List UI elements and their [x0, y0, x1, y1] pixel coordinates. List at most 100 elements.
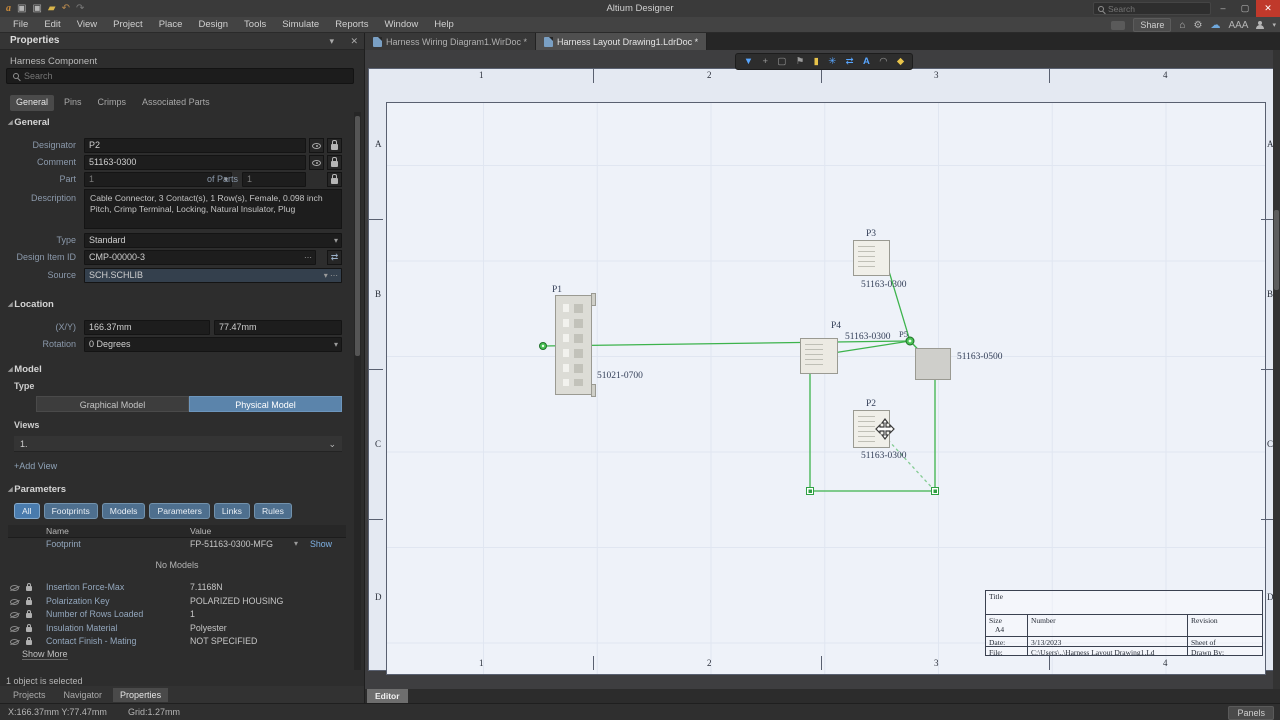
home-icon[interactable]: ⌂ — [1179, 20, 1185, 31]
x-field[interactable]: 166.37mm — [84, 320, 210, 335]
menu-tools[interactable]: Tools — [237, 17, 273, 32]
menu-window[interactable]: Window — [377, 17, 425, 32]
section-location[interactable]: Location — [8, 299, 54, 310]
tab-harness-wiring-diagram[interactable]: Harness Wiring Diagram1.WirDoc * — [365, 33, 536, 50]
connector-icon[interactable]: ▮ — [814, 54, 819, 69]
settings-gear-icon[interactable]: ⚙ — [1194, 20, 1203, 31]
tab-pins[interactable]: Pins — [58, 95, 88, 111]
footprint-row[interactable]: Footprint FP-51163-0300-MFG ▾ Show — [8, 539, 346, 553]
parameter-row[interactable]: Number of Rows Loaded 1 — [8, 609, 346, 623]
physical-model-button[interactable]: Physical Model — [189, 396, 342, 412]
lock-icon[interactable] — [26, 640, 32, 645]
visibility-off-icon[interactable] — [10, 626, 19, 632]
section-model[interactable]: Model — [8, 364, 42, 375]
undo-icon[interactable]: ↶ — [62, 1, 70, 16]
lock-icon[interactable] — [26, 586, 32, 591]
filter-models[interactable]: Models — [102, 503, 146, 519]
drag-wire-icon[interactable]: ⇄ — [846, 54, 854, 69]
flag-icon[interactable]: ⚑ — [796, 54, 805, 69]
lock-icon[interactable] — [26, 627, 32, 632]
filter-all[interactable]: All — [14, 503, 40, 519]
user-profile-icon[interactable] — [1256, 21, 1264, 29]
filter-parameters[interactable]: Parameters — [149, 503, 209, 519]
splice-icon[interactable]: ✳ — [828, 54, 836, 69]
tab-navigator[interactable]: Navigator — [57, 688, 110, 702]
comment-icon[interactable] — [1111, 21, 1125, 30]
properties-search-input[interactable] — [24, 71, 324, 81]
designator-field[interactable]: P2 — [84, 138, 306, 153]
visibility-off-icon[interactable] — [10, 612, 19, 618]
point-icon[interactable]: ◆ — [897, 54, 904, 69]
menu-edit[interactable]: Edit — [37, 17, 67, 32]
parameter-row[interactable]: Insulation Material Polyester — [8, 623, 346, 637]
drawing-canvas[interactable]: 1 2 3 4 1 2 3 4 A B C D A B C D — [365, 50, 1280, 689]
footprint-dropdown-icon[interactable]: ▾ — [294, 539, 298, 548]
menu-place[interactable]: Place — [152, 17, 190, 32]
cloud-icon[interactable]: ☁ — [1210, 20, 1220, 31]
comment-visibility-icon[interactable] — [309, 155, 324, 170]
tab-associated-parts[interactable]: Associated Parts — [136, 95, 216, 111]
connector-p1[interactable] — [555, 295, 592, 395]
section-general[interactable]: General — [8, 117, 50, 128]
minimize-button[interactable]: – — [1212, 0, 1234, 17]
menu-file[interactable]: File — [6, 17, 35, 32]
rotation-dropdown[interactable]: 0 Degrees▾ — [84, 337, 342, 352]
global-search-input[interactable] — [1108, 4, 1198, 14]
swap-icon[interactable]: ⇄ — [327, 250, 342, 265]
arc-icon[interactable]: ◠ — [879, 54, 887, 69]
visibility-off-icon[interactable] — [10, 599, 19, 605]
part-lock-icon[interactable] — [327, 172, 342, 187]
comment-field[interactable]: 51163-0300 — [84, 155, 306, 170]
menu-reports[interactable]: Reports — [328, 17, 375, 32]
filter-rules[interactable]: Rules — [254, 503, 292, 519]
panel-menu-icon[interactable]: ▾ — [329, 36, 334, 47]
panel-close-icon[interactable]: ✕ — [350, 36, 358, 47]
select-rect-icon[interactable]: ▢ — [777, 54, 786, 69]
footprint-show-link[interactable]: Show — [310, 539, 332, 549]
properties-search[interactable] — [6, 68, 354, 84]
lock-icon[interactable] — [26, 613, 32, 618]
canvas-scrollbar[interactable] — [1273, 50, 1280, 689]
menu-design[interactable]: Design — [191, 17, 235, 32]
lock-icon[interactable] — [26, 600, 32, 605]
designator-lock-icon[interactable] — [327, 138, 342, 153]
redo-icon[interactable]: ↷ — [76, 1, 84, 16]
menu-project[interactable]: Project — [106, 17, 150, 32]
global-search[interactable] — [1093, 2, 1211, 15]
filter-icon[interactable]: ▼ — [744, 54, 753, 69]
editor-tab[interactable]: Editor — [367, 689, 408, 703]
view-dropdown[interactable]: 1.⌄ — [14, 436, 342, 452]
comment-lock-icon[interactable] — [327, 155, 342, 170]
graphical-model-button[interactable]: Graphical Model — [36, 396, 189, 412]
add-view-link[interactable]: +Add View — [14, 461, 57, 471]
panel-scrollbar[interactable] — [354, 112, 361, 670]
filter-links[interactable]: Links — [214, 503, 250, 519]
save-icon[interactable]: ▣ — [17, 1, 26, 16]
parameter-row[interactable]: Insertion Force-Max 7.1168N — [8, 582, 346, 596]
close-button[interactable]: ✕ — [1256, 0, 1280, 17]
tab-harness-layout-drawing[interactable]: Harness Layout Drawing1.LdrDoc * — [536, 33, 707, 50]
maximize-button[interactable]: ▢ — [1234, 0, 1256, 17]
designator-visibility-icon[interactable] — [309, 138, 324, 153]
parameter-row[interactable]: Contact Finish - Mating NOT SPECIFIED — [8, 636, 346, 650]
profile-dropdown-icon[interactable]: ▾ — [1272, 21, 1276, 29]
filter-footprints[interactable]: Footprints — [44, 503, 98, 519]
save-all-icon[interactable]: ▣ — [32, 1, 41, 16]
connector-p4[interactable] — [800, 338, 838, 374]
panels-button[interactable]: Panels — [1228, 706, 1274, 720]
of-parts-field[interactable]: 1 — [242, 172, 306, 187]
tab-crimps[interactable]: Crimps — [92, 95, 133, 111]
open-folder-icon[interactable]: ▰ — [48, 1, 56, 16]
design-item-id-field[interactable]: CMP-00000-3⋯ — [84, 250, 316, 265]
connector-p5[interactable] — [915, 348, 951, 380]
type-dropdown[interactable]: Standard▾ — [84, 233, 342, 248]
visibility-off-icon[interactable] — [10, 585, 19, 591]
share-button[interactable]: Share — [1133, 18, 1171, 32]
section-parameters[interactable]: Parameters — [8, 484, 66, 495]
text-icon[interactable]: A — [863, 54, 870, 69]
menu-simulate[interactable]: Simulate — [275, 17, 326, 32]
move-icon[interactable]: + — [762, 54, 768, 69]
tab-general[interactable]: General — [10, 95, 54, 111]
source-dropdown[interactable]: SCH.SCHLIB▾ ⋯ — [84, 268, 342, 283]
visibility-off-icon[interactable] — [10, 639, 19, 645]
